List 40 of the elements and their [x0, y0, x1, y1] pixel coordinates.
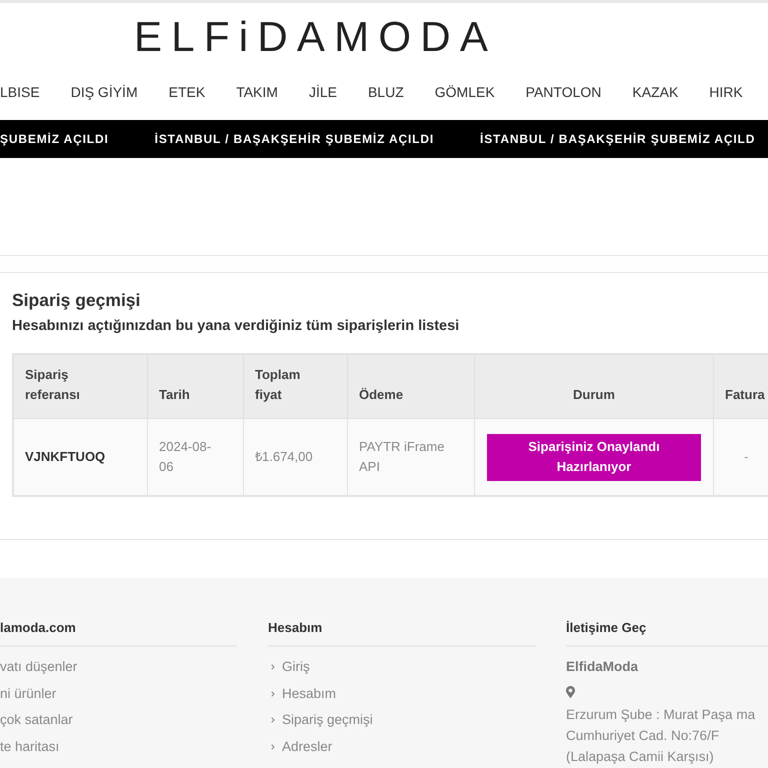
announcement-text: İSTANBUL / BAŞAKŞEHİR ŞUBEMİZ AÇILD	[480, 131, 756, 148]
invoice-cell-text: -	[744, 448, 748, 466]
order-total: ₺1.674,00	[255, 448, 313, 466]
column-header: Sipariş referansı	[25, 366, 81, 404]
page-title: Sipariş geçmişi	[12, 289, 142, 311]
nav-link[interactable]: GÖMLEK	[434, 82, 495, 102]
announcement-text: İSTANBUL / BAŞAKŞEHİR ŞUBEMİZ AÇILDI	[154, 131, 434, 148]
nav-link[interactable]: TAKIM	[236, 82, 278, 102]
nav-link[interactable]: JİLE	[308, 82, 337, 102]
company-name: ElfidaModa	[566, 658, 638, 676]
nav-link[interactable]: BLUZ	[368, 82, 404, 102]
order-reference[interactable]: VJNKFTUOQ	[25, 447, 106, 467]
address-line: Erzurum Şube : Murat Paşa ma	[566, 706, 756, 724]
footer-heading: Hesabım	[268, 620, 322, 635]
nav-link[interactable]: ETEK	[168, 82, 206, 102]
address-line: (Lalapaşa Camii Karşısı)	[566, 748, 714, 766]
column-header: Fatura	[725, 386, 765, 404]
nav-link[interactable]: DIŞ GİYİM	[70, 82, 138, 102]
nav-link[interactable]: PANTOLON	[526, 82, 602, 102]
order-date: 2024-08-06	[159, 438, 212, 476]
payment-method: PAYTR iFrame API	[359, 438, 446, 476]
store-logo[interactable]: ELFiDAMODA	[134, 16, 498, 58]
order-status-badge: Siparişiniz Onaylandı Hazırlanıyor	[487, 434, 701, 480]
column-header: Durum	[573, 386, 615, 404]
chevron-right-icon	[269, 690, 277, 698]
footer-heading: İletişime Geç	[566, 620, 646, 635]
nav-link[interactable]: LBISE	[0, 82, 40, 102]
address-line: Cumhuriyet Cad. No:76/F	[566, 727, 720, 745]
chevron-right-icon	[269, 663, 277, 672]
column-header: Toplam fiyat	[255, 366, 302, 404]
footer-heading: lamoda.com	[0, 620, 76, 635]
nav-link[interactable]: KAZAK	[632, 82, 678, 102]
map-pin-icon	[566, 686, 575, 698]
chevron-right-icon	[269, 742, 277, 751]
nav-link[interactable]: HIRK	[709, 82, 743, 102]
chevron-right-icon	[269, 716, 277, 724]
page-subtitle: Hesabınızı açtığınızdan bu yana verdiğiniz tüm siparişlerin listesi	[12, 317, 460, 335]
column-header: Ödeme	[359, 386, 404, 404]
announcement-text: ŞUBEMİZ AÇILDI	[0, 131, 109, 148]
column-header: Tarih	[159, 386, 190, 404]
